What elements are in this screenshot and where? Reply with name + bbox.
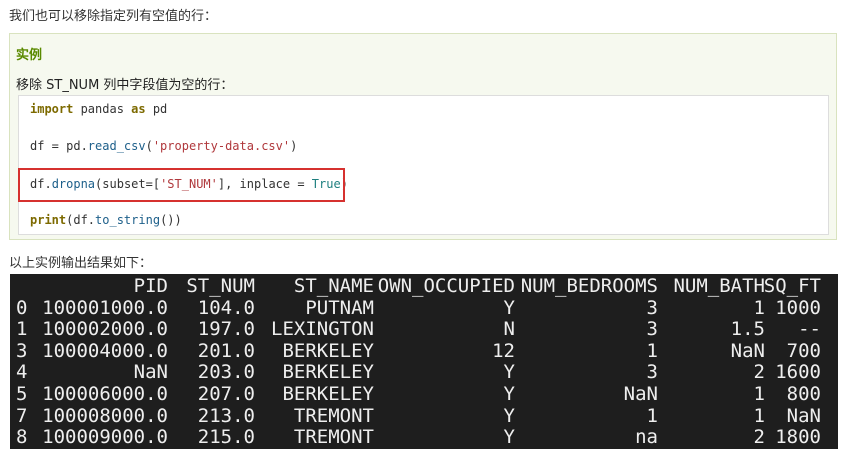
output-header-cell: OWN_OCCUPIED [377,275,515,297]
output-cell: 100009000.0 [42,426,168,449]
output-terminal: PID ST_NUM ST_NAME OWN_OCCUPIED NUM_BEDROOMS… [10,274,838,449]
output-cell: TREMONT [293,426,374,449]
output-cell: 2 [753,361,765,384]
code-line-import: import pandas as pd [30,102,168,116]
output-header-cell: NUM_BEDROOMS [520,275,658,297]
output-cell: PUTNAM [305,296,374,319]
output-cell: 201.0 [197,339,255,362]
output-cell: TREMONT [293,404,374,427]
output-cell: 1 [753,404,765,427]
output-cell: NaN [623,383,658,405]
output-cell: 700 [786,339,821,362]
output-cell: 100006000.0 [42,383,168,405]
output-row: 1 100002000.0 197.0 LEXINGTON N 3 1.5 -- [10,318,838,340]
intro-text: 我们也可以移除指定列有空值的行： [9,9,218,24]
output-cell: Y [503,404,515,427]
output-header-cell: NUM_BATH [673,275,765,297]
example-box: 实例 移除 ST_NUM 列中字段值为空的行： import pandas as… [9,33,837,240]
code-line-read-csv: df = pd.read_csv('property-data.csv') [30,139,298,153]
output-cell: 203.0 [197,361,255,384]
output-row: 3 100004000.0 201.0 BERKELEY 12 1 NaN 700 [10,340,838,362]
output-cell: 8 [16,426,28,449]
output-cell: NaN [133,361,168,384]
output-row: 5 100006000.0 207.0 BERKELEY Y NaN 1 800 [10,383,838,405]
output-cell: NaN [730,339,765,362]
output-cell: 2 [753,426,765,449]
output-cell: 5 [16,383,28,405]
output-label: 以上实例输出结果如下： [9,256,153,271]
output-cell: Y [503,296,515,319]
output-cell: LEXINGTON [271,318,374,341]
output-cell: na [635,426,658,449]
output-cell: 1600 [775,361,821,384]
output-cell: 0 [16,296,28,319]
output-cell: 1 [646,404,658,427]
code-block: import pandas as pd df = pd.read_csv('pr… [18,95,829,235]
output-cell: 100001000.0 [42,296,168,319]
output-cell: 1 [16,318,28,341]
output-cell: 1800 [775,426,821,449]
output-cell: 7 [16,404,28,427]
example-title: 实例 [16,48,43,63]
output-cell: 100002000.0 [42,318,168,341]
output-cell: 1 [753,296,765,319]
output-cell: 12 [492,339,515,362]
output-cell: 1.5 [730,318,765,341]
output-header-row: PID ST_NUM ST_NAME OWN_OCCUPIED NUM_BEDROOMS… [10,275,838,297]
output-cell: BERKELEY [282,361,374,384]
output-cell: 197.0 [197,318,255,341]
dropna-highlight-box [18,168,345,202]
example-description: 移除 ST_NUM 列中字段值为空的行： [16,78,234,93]
output-cell: 104.0 [197,296,255,319]
output-cell: 3 [646,296,658,319]
output-cell: Y [503,361,515,384]
output-cell: BERKELEY [282,383,374,405]
output-header-cell: PID [133,275,168,297]
output-header-cell: ST_NAME [293,275,374,297]
output-row: 8 100009000.0 215.0 TREMONT Yna 2 1800 [10,426,838,448]
output-cell: N [503,318,515,341]
output-header-cell: SQ_FT [763,275,821,297]
output-cell: 1000 [775,296,821,319]
output-cell: 213.0 [197,404,255,427]
output-cell: 207.0 [197,383,255,405]
output-cell: 3 [646,318,658,341]
output-cell: 1 [753,383,765,405]
output-cell: NaN [786,404,821,427]
output-header-cell: ST_NUM [186,275,255,297]
output-cell: Y [503,383,515,405]
output-cell: 1 [646,339,658,362]
output-row: 7 100008000.0 213.0 TREMONT Y 1 1 NaN [10,405,838,427]
output-cell: 3 [16,339,28,362]
output-cell: 4 [16,361,28,384]
output-cell: BERKELEY [282,339,374,362]
output-row: 0 100001000.0 104.0 PUTNAM Y 3 1 1000 [10,297,838,319]
output-cell: 3 [646,361,658,384]
output-row: 4 NaN 203.0 BERKELEY Y 3 2 1600 [10,361,838,383]
code-line-print: print(df.to_string()) [30,213,182,227]
output-cell: 100004000.0 [42,339,168,362]
output-cell: 215.0 [197,426,255,449]
output-cell: 800 [786,383,821,405]
output-cell: Y [503,426,515,449]
output-cell: 100008000.0 [42,404,168,427]
output-cell: -- [798,318,821,341]
